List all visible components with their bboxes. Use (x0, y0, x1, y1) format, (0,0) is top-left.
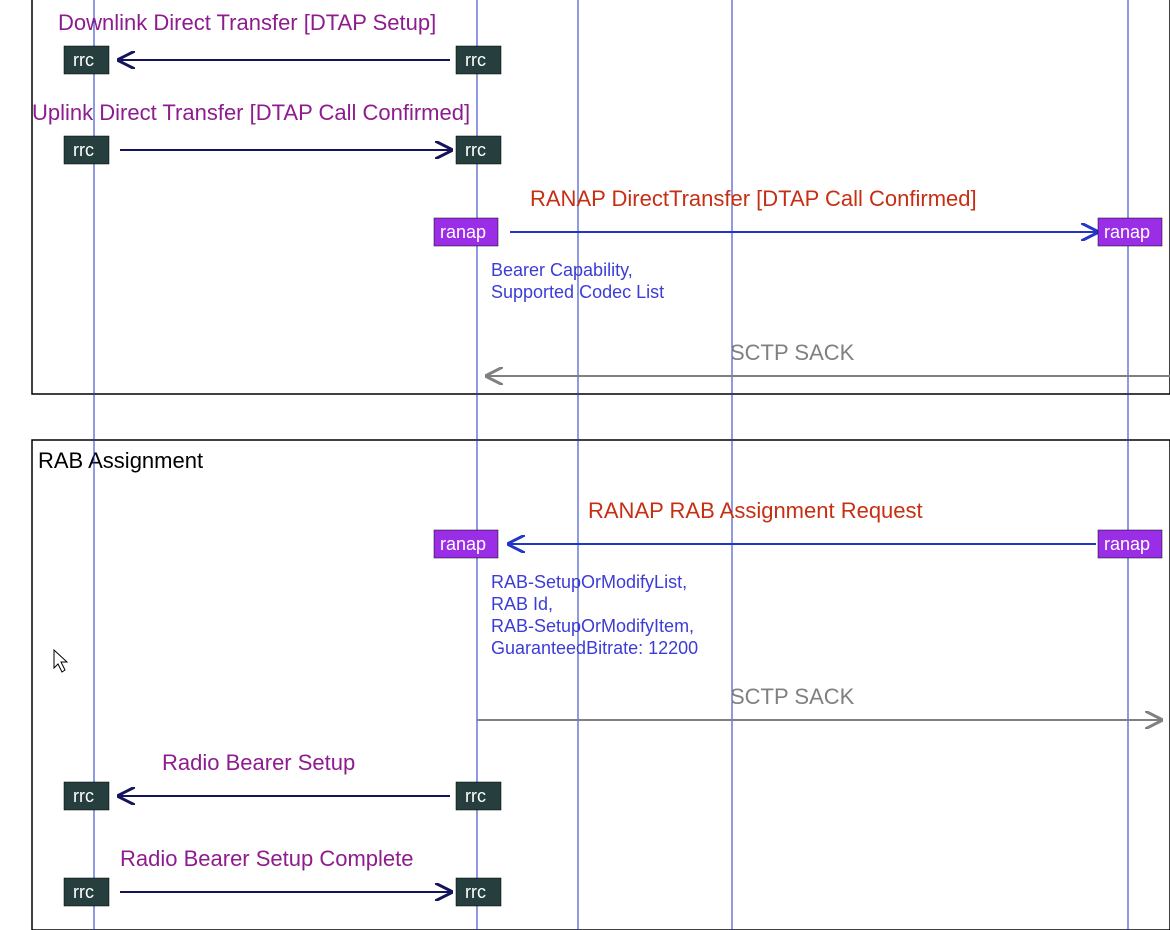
proto-badge-rrc: rrc (456, 782, 501, 810)
svg-text:rrc: rrc (465, 140, 486, 160)
params-m5: RAB-SetupOrModifyList, RAB Id, RAB-Setup… (491, 572, 699, 658)
msg-radio-bearer-setup-complete: Radio Bearer Setup Complete (120, 846, 414, 871)
proto-badge-rrc: rrc (64, 46, 109, 74)
svg-text:ranap: ranap (1104, 534, 1150, 554)
svg-text:rrc: rrc (73, 140, 94, 160)
proto-badge-ranap: ranap (434, 530, 498, 558)
svg-text:rrc: rrc (73, 50, 94, 70)
svg-text:rrc: rrc (73, 786, 94, 806)
msg-ranap-direct-transfer: RANAP DirectTransfer [DTAP Call Confirme… (530, 186, 977, 211)
proto-badge-rrc: rrc (456, 878, 501, 906)
svg-text:rrc: rrc (465, 786, 486, 806)
svg-text:ranap: ranap (440, 222, 486, 242)
svg-text:rrc: rrc (465, 50, 486, 70)
proto-badge-ranap: ranap (1098, 530, 1162, 558)
msg-sctp-sack-1: SCTP SACK (730, 340, 855, 365)
cursor-icon (54, 650, 67, 672)
proto-badge-rrc: rrc (64, 878, 109, 906)
proto-badge-rrc: rrc (456, 46, 501, 74)
msg-ranap-rab-assignment: RANAP RAB Assignment Request (588, 498, 923, 523)
proto-badge-ranap: ranap (434, 218, 498, 246)
svg-text:rrc: rrc (73, 882, 94, 902)
svg-text:ranap: ranap (440, 534, 486, 554)
proto-badge-rrc: rrc (456, 136, 501, 164)
proto-badge-rrc: rrc (64, 136, 109, 164)
msg-sctp-sack-2: SCTP SACK (730, 684, 855, 709)
svg-text:ranap: ranap (1104, 222, 1150, 242)
proto-badge-ranap: ranap (1098, 218, 1162, 246)
fragment-label-rab: RAB Assignment (38, 448, 203, 473)
svg-text:rrc: rrc (465, 882, 486, 902)
proto-badge-rrc: rrc (64, 782, 109, 810)
lifelines (94, 0, 1128, 930)
msg-downlink-direct-transfer: Downlink Direct Transfer [DTAP Setup] (58, 10, 436, 35)
msg-uplink-direct-transfer: Uplink Direct Transfer [DTAP Call Confir… (32, 100, 470, 125)
msg-radio-bearer-setup: Radio Bearer Setup (162, 750, 355, 775)
